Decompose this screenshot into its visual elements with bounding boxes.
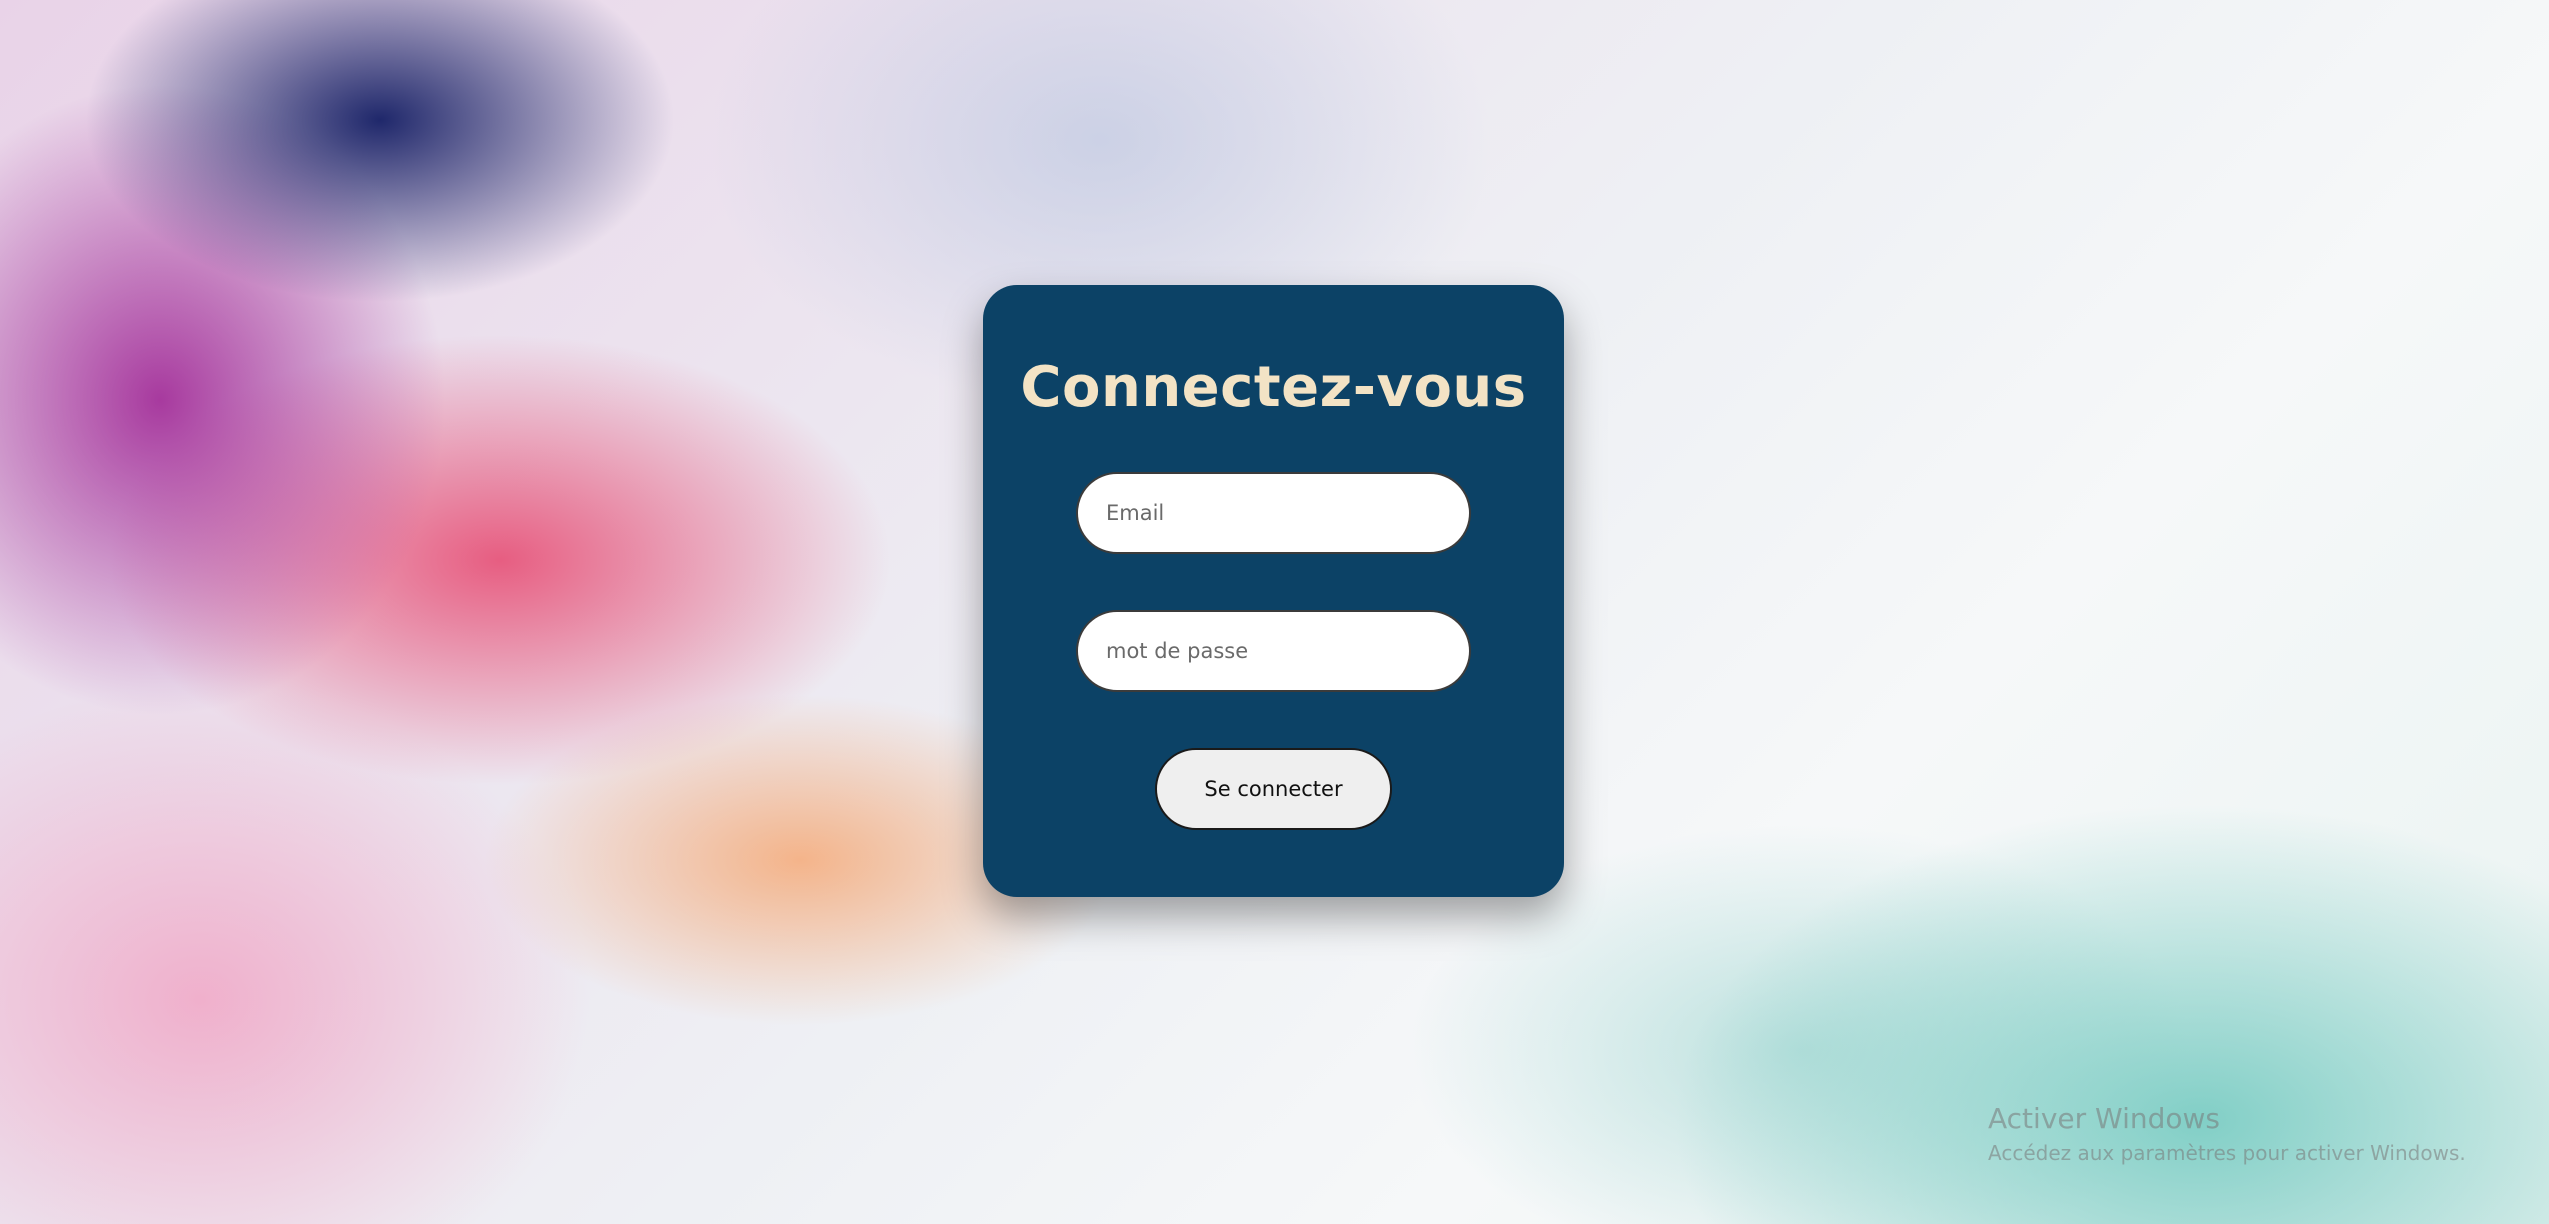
password-input[interactable] bbox=[1076, 610, 1471, 692]
email-input[interactable] bbox=[1076, 472, 1471, 554]
watermark-title: Activer Windows bbox=[1988, 1102, 2221, 1135]
login-title: Connectez-vous bbox=[1020, 355, 1527, 420]
login-card: Connectez-vous Se connecter bbox=[983, 285, 1564, 897]
login-button[interactable]: Se connecter bbox=[1155, 748, 1392, 830]
watermark-subtitle: Accédez aux paramètres pour activer Wind… bbox=[1988, 1141, 2466, 1165]
windows-activation-watermark: Activer Windows Accédez aux paramètres p… bbox=[1988, 1102, 2466, 1165]
